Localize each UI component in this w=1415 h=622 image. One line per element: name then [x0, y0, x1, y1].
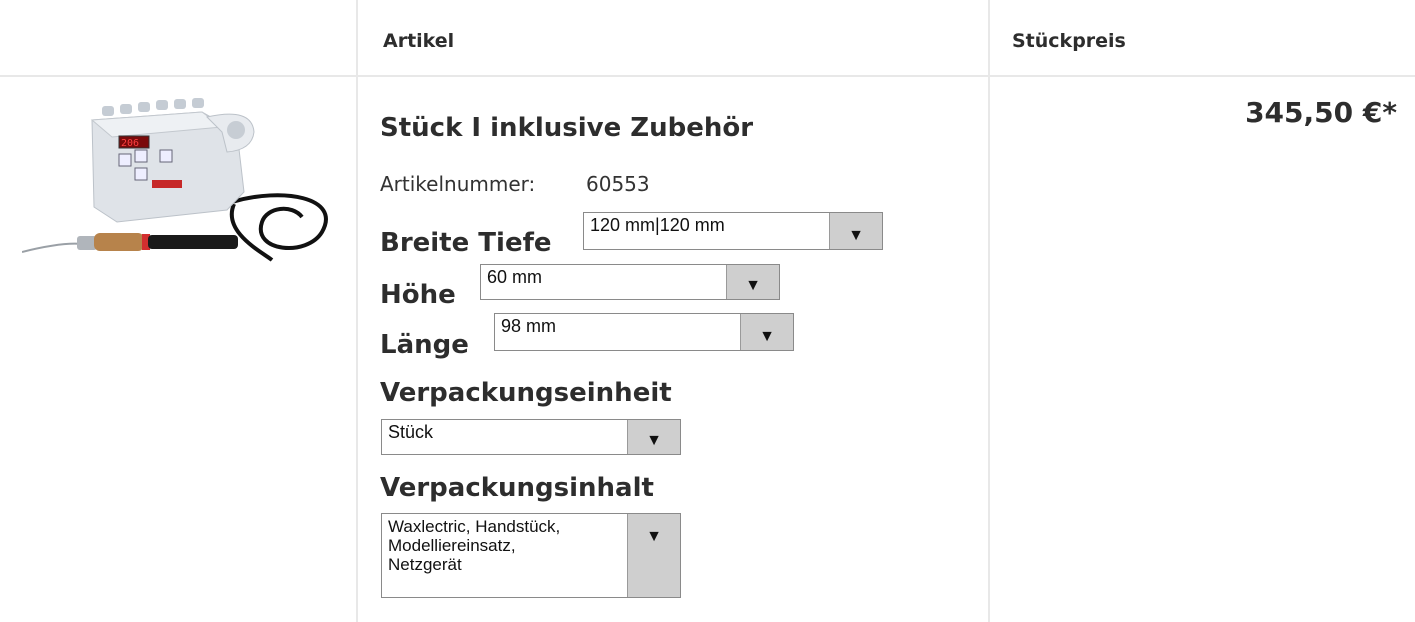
chevron-down-icon: ▼ [646, 432, 662, 449]
article-number-label: Artikelnummer: [380, 172, 536, 196]
chevron-down-icon: ▼ [646, 528, 662, 545]
select-value: 120 mm|120 mm [590, 215, 725, 235]
select-value: 60 mm [487, 267, 543, 287]
option-label-height: Höhe [380, 280, 456, 310]
column-divider [988, 0, 990, 622]
table-header-row [0, 0, 1415, 77]
select-value: 98 mm [501, 316, 557, 336]
dropdown-button[interactable]: ▼ [829, 213, 882, 249]
select-value: Waxlectric, Handstück, Modelliereinsatz,… [388, 517, 561, 574]
chevron-down-icon: ▼ [848, 227, 864, 244]
dropdown-button[interactable]: ▼ [627, 514, 680, 597]
packaging-content-select[interactable]: Waxlectric, Handstück, Modelliereinsatz,… [381, 513, 681, 598]
packaging-unit-select[interactable]: Stück ▼ [381, 419, 681, 455]
chevron-down-icon: ▼ [745, 277, 761, 294]
unit-price: 345,50 €* [1245, 96, 1397, 129]
select-value: Stück [388, 422, 434, 442]
option-label-packaging-content: Verpackungsinhalt [380, 473, 654, 503]
column-divider [356, 0, 358, 622]
height-select[interactable]: 60 mm ▼ [480, 264, 780, 300]
waxlectric-device-image[interactable]: 206 [22, 92, 340, 272]
product-title[interactable]: Stück I inklusive Zubehör [380, 113, 753, 143]
option-label-packaging-unit: Verpackungseinheit [380, 378, 672, 408]
dropdown-button[interactable]: ▼ [740, 314, 793, 350]
chevron-down-icon: ▼ [759, 328, 775, 345]
length-select[interactable]: 98 mm ▼ [494, 313, 794, 351]
header-article: Artikel [383, 30, 455, 52]
article-number: 60553 [586, 172, 650, 196]
dropdown-button[interactable]: ▼ [627, 420, 680, 454]
dropdown-button[interactable]: ▼ [726, 265, 779, 299]
option-label-length: Länge [380, 330, 469, 360]
option-label-width-depth: Breite Tiefe [380, 228, 552, 258]
header-unit-price: Stückpreis [1012, 30, 1126, 52]
width-depth-select[interactable]: 120 mm|120 mm ▼ [583, 212, 883, 250]
svg-text:206: 206 [121, 138, 139, 149]
